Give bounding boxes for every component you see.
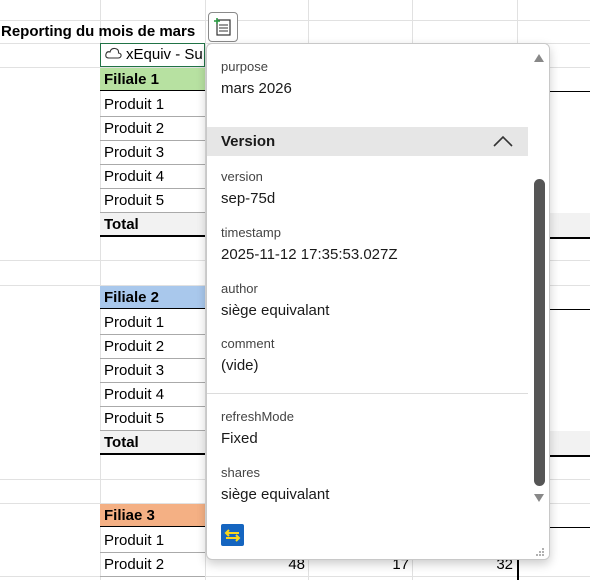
divider: [207, 393, 528, 394]
refresh-mode-label: refreshMode: [221, 409, 294, 424]
xequiv-cell[interactable]: xEquiv - Su: [100, 43, 205, 67]
purpose-label: purpose: [221, 59, 268, 74]
chevron-up-icon[interactable]: [493, 134, 513, 152]
list-item[interactable]: Produit 4: [100, 165, 205, 189]
author-value: siège equivalant: [221, 302, 330, 319]
scroll-up-icon[interactable]: [533, 50, 545, 68]
total-row[interactable]: Total: [100, 431, 205, 455]
xequiv-cell-label: xEquiv - Su: [126, 46, 203, 63]
list-item[interactable]: Produit 2: [100, 553, 205, 577]
filiale-1-header[interactable]: Filiale 1: [100, 68, 205, 91]
list-item[interactable]: Produit 4: [100, 383, 205, 407]
scrollbar-thumb[interactable]: [534, 179, 545, 486]
author-label: author: [221, 281, 258, 296]
comment-value: (vide): [221, 357, 259, 374]
version-section-header[interactable]: Version: [207, 127, 528, 156]
addin-icon[interactable]: [208, 12, 238, 42]
resize-grip-icon[interactable]: [535, 544, 545, 559]
filiale-2-header[interactable]: Filiale 2: [100, 286, 205, 309]
report-title[interactable]: Reporting du mois de mars: [1, 20, 195, 44]
list-item[interactable]: Produit 1: [100, 311, 205, 335]
version-value: sep-75d: [221, 190, 276, 207]
timestamp-label: timestamp: [221, 225, 281, 240]
list-item[interactable]: Produit 5: [100, 189, 205, 213]
purpose-value: mars 2026: [221, 80, 292, 97]
list-item[interactable]: Produit 1: [100, 93, 205, 117]
list-item[interactable]: Produit 5: [100, 407, 205, 431]
shares-label: shares: [221, 465, 261, 480]
shares-value: siège equivalant: [221, 486, 330, 503]
list-item[interactable]: Produit 1: [100, 529, 205, 553]
timestamp-value: 2025-11-12 17:35:53.027Z: [221, 246, 398, 263]
list-item[interactable]: Produit 2: [100, 117, 205, 141]
comment-label: comment: [221, 336, 275, 351]
refresh-mode-value: Fixed: [221, 430, 258, 447]
list-item[interactable]: Produit 3: [100, 141, 205, 165]
version-label: version: [221, 169, 263, 184]
scrollbar[interactable]: [529, 44, 549, 559]
scroll-down-icon[interactable]: [533, 490, 545, 508]
list-item[interactable]: Produit 3: [100, 359, 205, 383]
version-info-panel[interactable]: purpose mars 2026 Version version sep-75…: [206, 43, 550, 560]
total-row[interactable]: Total: [100, 213, 205, 237]
section-title: Version: [221, 133, 276, 150]
list-item[interactable]: Produit 2: [100, 335, 205, 359]
sync-icon[interactable]: [221, 524, 244, 546]
filiale-3-header[interactable]: Filiae 3: [100, 504, 205, 527]
cloud-icon: [105, 44, 122, 66]
